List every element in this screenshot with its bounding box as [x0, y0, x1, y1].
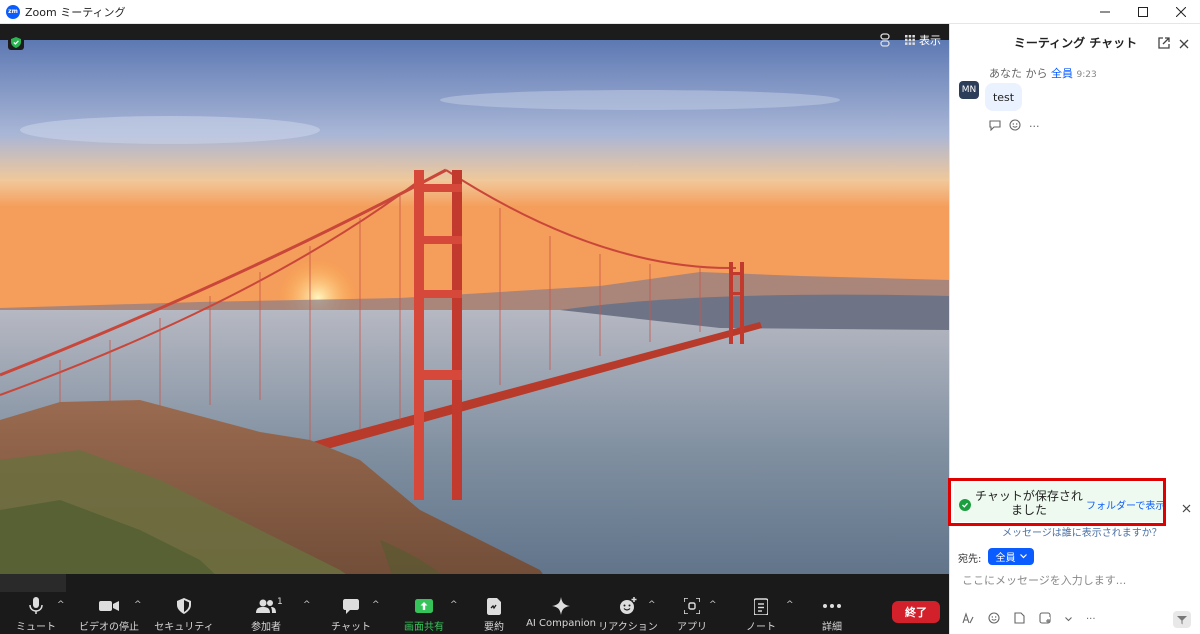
shield-icon	[177, 596, 191, 616]
participants-count: 1	[277, 597, 283, 607]
notes-icon	[754, 596, 768, 616]
more-dots-icon	[823, 596, 841, 616]
security-button[interactable]: セキュリティ	[154, 596, 214, 634]
share-screen-icon	[415, 596, 433, 616]
participants-caret-icon[interactable]: ^	[303, 600, 311, 610]
share-screen-label: 画面共有	[404, 622, 444, 633]
stop-video-label: ビデオの停止	[79, 622, 139, 633]
window-title: Zoom ミーティング	[25, 5, 126, 19]
video-camera-icon	[99, 596, 119, 616]
chevron-down-icon	[1019, 554, 1027, 559]
emoji-icon[interactable]	[988, 612, 1000, 627]
more-options-icon[interactable]: ···	[1086, 614, 1096, 625]
encryption-shield-icon[interactable]	[8, 34, 24, 50]
mute-caret-icon[interactable]: ^	[57, 600, 65, 610]
end-meeting-button[interactable]: 終了	[892, 601, 940, 623]
share-screen-button[interactable]: 画面共有	[402, 596, 446, 634]
grid-icon	[905, 35, 915, 45]
message-actions: ···	[989, 119, 1040, 134]
minimize-button[interactable]	[1086, 0, 1124, 24]
stop-video-button[interactable]: ビデオの停止	[78, 596, 140, 634]
mute-label: ミュート	[16, 622, 56, 633]
close-window-button[interactable]	[1162, 0, 1200, 24]
chat-bubble-icon	[343, 596, 359, 616]
avatar[interactable]: MN	[959, 81, 979, 99]
chat-button[interactable]: チャット	[331, 596, 371, 634]
more-button[interactable]: 詳細	[818, 596, 846, 634]
emoji-plus-icon	[619, 596, 637, 616]
message-from: から	[1025, 67, 1048, 80]
notes-caret-icon[interactable]: ^	[786, 600, 794, 610]
message-input[interactable]: ここにメッセージを入力します...	[962, 572, 1126, 588]
summary-doc-icon	[487, 596, 501, 616]
highlight-box	[948, 478, 1166, 526]
reactions-caret-icon[interactable]: ^	[648, 600, 656, 610]
close-icon[interactable]	[1179, 34, 1189, 53]
recipient-value: 全員	[995, 553, 1016, 564]
chat-panel: ミーティング チャット あなた から 全員 9:23 MN test ··· チ…	[948, 24, 1200, 634]
security-label: セキュリティ	[154, 622, 214, 633]
chat-caret-icon[interactable]: ^	[372, 600, 380, 610]
ai-companion-label: AI Companion	[526, 618, 596, 629]
video-top-bar	[0, 24, 949, 40]
mute-button[interactable]: ミュート	[16, 596, 56, 634]
apps-icon	[684, 596, 700, 616]
title-bar: zm Zoom ミーティング	[0, 0, 1200, 24]
to-label: 宛先:	[958, 554, 982, 565]
toast-close-icon[interactable]	[1182, 498, 1191, 517]
share-caret-icon[interactable]: ^	[450, 600, 458, 610]
apps-label: アプリ	[677, 622, 707, 633]
who-can-see-link[interactable]: メッセージは誰に表示されますか？	[1002, 524, 1162, 539]
screenshot-icon[interactable]	[1039, 612, 1051, 627]
notes-button[interactable]: ノート	[746, 596, 776, 634]
reactions-button[interactable]: リアクション	[598, 596, 658, 634]
message-bubble[interactable]: test	[985, 83, 1022, 111]
view-button[interactable]: 表示	[905, 32, 941, 48]
toolbar-strip	[0, 574, 66, 592]
message-recipient[interactable]: 全員	[1051, 67, 1073, 80]
recipient-select[interactable]: 全員	[988, 548, 1034, 565]
meeting-toolbar	[0, 574, 949, 634]
apps-button[interactable]: アプリ	[677, 596, 707, 634]
microphone-icon	[29, 596, 43, 616]
more-label: 詳細	[822, 622, 842, 633]
view-label: 表示	[919, 34, 941, 47]
file-icon[interactable]	[1014, 612, 1025, 627]
screenshot-caret-icon[interactable]	[1065, 614, 1072, 625]
participants-icon	[256, 596, 276, 616]
immersive-icon[interactable]	[879, 32, 891, 51]
more-actions-icon[interactable]: ···	[1029, 120, 1040, 133]
message-time: 9:23	[1076, 70, 1097, 80]
video-caret-icon[interactable]: ^	[134, 600, 142, 610]
notes-label: ノート	[746, 622, 776, 633]
format-text-icon[interactable]	[962, 612, 974, 627]
reply-icon[interactable]	[989, 119, 1001, 134]
sparkle-icon	[552, 596, 570, 616]
participants-label: 参加者	[251, 622, 281, 633]
reactions-label: リアクション	[598, 622, 658, 633]
shared-video-image	[0, 40, 949, 598]
message-sender: あなた	[989, 67, 1022, 80]
video-area: 表示	[0, 24, 949, 598]
chat-label: チャット	[331, 622, 371, 633]
zoom-logo-icon: zm	[6, 4, 20, 19]
apps-caret-icon[interactable]: ^	[709, 600, 717, 610]
send-icon[interactable]	[1173, 611, 1191, 628]
summary-label: 要約	[484, 622, 504, 633]
maximize-button[interactable]	[1124, 0, 1162, 24]
message-meta: あなた から 全員 9:23	[989, 65, 1097, 81]
popout-icon[interactable]	[1158, 34, 1170, 53]
add-reaction-icon[interactable]	[1009, 119, 1021, 134]
ai-companion-button[interactable]: AI Companion	[526, 596, 596, 634]
summary-button[interactable]: 要約	[481, 596, 507, 634]
input-toolbar: ···	[962, 612, 1096, 627]
